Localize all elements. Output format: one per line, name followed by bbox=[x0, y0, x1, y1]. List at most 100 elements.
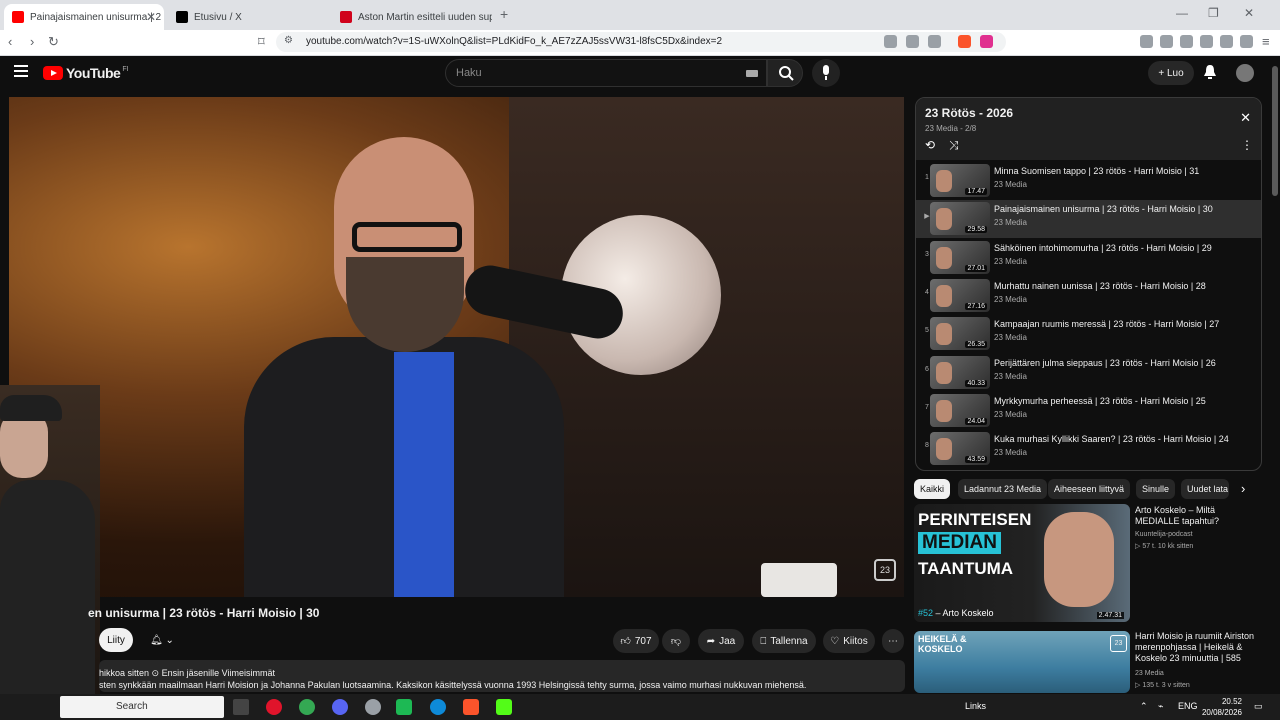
task-view-icon[interactable] bbox=[233, 699, 249, 715]
recommendation-title[interactable]: Harri Moisio ja ruumiit Airiston merenpo… bbox=[1135, 631, 1255, 664]
chip-for-you[interactable]: Sinulle bbox=[1136, 479, 1176, 499]
voice-search-button[interactable] bbox=[812, 59, 840, 87]
brave-shield-icon[interactable] bbox=[958, 35, 971, 48]
keyboard-icon[interactable] bbox=[746, 70, 758, 77]
channel-watermark[interactable]: 23 bbox=[874, 559, 896, 581]
scrollbar-thumb[interactable] bbox=[1272, 66, 1278, 196]
playlist-item[interactable]: 8 43.59 Kuka murhasi Kyllikki Saaren? | 23… bbox=[916, 430, 1261, 468]
download-icon[interactable] bbox=[1140, 35, 1153, 48]
close-window-icon[interactable]: ✕ bbox=[1244, 6, 1254, 20]
notifications-icon[interactable]: ▭ bbox=[1254, 701, 1263, 712]
brave-icon[interactable] bbox=[463, 699, 479, 715]
playlist-thumbnail[interactable]: 26.35 bbox=[930, 317, 990, 351]
search-input[interactable]: Haku bbox=[445, 59, 767, 87]
chip-related[interactable]: Aiheeseen liittyvä bbox=[1048, 479, 1131, 499]
translate-icon[interactable] bbox=[884, 35, 897, 48]
edge-icon[interactable] bbox=[430, 699, 446, 715]
forward-icon[interactable]: › bbox=[30, 34, 34, 49]
zoom-icon[interactable] bbox=[906, 35, 919, 48]
video-player[interactable]: 23 bbox=[9, 97, 904, 597]
tab-aston-martin[interactable]: Aston Martin esitteli uuden superaut bbox=[332, 4, 492, 30]
playlist-item[interactable]: 7 24.04 Myrkkymurha perheessä | 23 rötös -… bbox=[916, 392, 1261, 430]
links-toolbar[interactable]: Links bbox=[965, 701, 986, 711]
tab-close-icon[interactable]: ✕ bbox=[146, 10, 156, 24]
playlist-item[interactable]: ▶ 29.58 Painajaismainen unisurma | 23 rötö… bbox=[916, 200, 1261, 239]
site-info-icon[interactable]: ⚙ bbox=[284, 35, 293, 46]
app-icon[interactable] bbox=[365, 699, 381, 715]
maximize-icon[interactable]: ❐ bbox=[1208, 6, 1219, 20]
kick-icon[interactable] bbox=[496, 699, 512, 715]
bookmark-icon[interactable]: ⌑ bbox=[258, 34, 265, 50]
network-icon[interactable]: ⌁ bbox=[1158, 701, 1163, 712]
chip-new-uploads[interactable]: Uudet lata bbox=[1181, 479, 1229, 499]
tray-chevron-icon[interactable]: ⌃ bbox=[1140, 701, 1148, 712]
language-indicator[interactable]: ENG bbox=[1178, 701, 1198, 711]
playlist-item[interactable]: 5 26.35 Kampaajan ruumis meressä | 23 rötö… bbox=[916, 315, 1261, 353]
cast-icon[interactable] bbox=[928, 35, 941, 48]
brave-rewards-icon[interactable] bbox=[980, 35, 993, 48]
create-button[interactable]: + Luo bbox=[1148, 61, 1194, 85]
playlist-thumbnail[interactable]: 40.33 bbox=[930, 355, 990, 389]
chrome-icon[interactable] bbox=[299, 699, 315, 715]
playlist-title[interactable]: 23 Rötös - 2026 bbox=[925, 106, 1013, 120]
recommendation-thumbnail[interactable]: PERINTEISEN MEDIAN TAANTUMA #52 – Arto K… bbox=[914, 504, 1130, 622]
playlist-thumbnail[interactable]: 27.16 bbox=[930, 278, 990, 312]
vpn-icon[interactable] bbox=[1240, 35, 1253, 48]
playlist-item[interactable]: 3 27.01 Sähköinen intohimomurha | 23 rötös… bbox=[916, 239, 1261, 277]
taskbar-search[interactable]: Search bbox=[60, 696, 224, 718]
media-icon[interactable] bbox=[1160, 35, 1173, 48]
youtube-logo[interactable]: YouTube FI bbox=[43, 65, 129, 81]
subscribe-bell-button[interactable]: 🔔︎ ⌄ bbox=[140, 628, 184, 652]
recommendation-channel[interactable]: 23 Media bbox=[1135, 669, 1255, 679]
more-vert-icon[interactable]: ⋮ bbox=[1241, 138, 1253, 152]
opera-icon[interactable] bbox=[266, 699, 282, 715]
notifications-bell-icon[interactable] bbox=[1203, 64, 1217, 80]
minimize-icon[interactable]: — bbox=[1176, 6, 1188, 20]
playlist-thumbnail[interactable]: 27.01 bbox=[930, 240, 990, 274]
discord-icon[interactable] bbox=[332, 699, 348, 715]
back-icon[interactable]: ‹ bbox=[8, 34, 12, 49]
chip-uploaded-by-channel[interactable]: Ladannut 23 Media bbox=[958, 479, 1048, 499]
account-avatar[interactable] bbox=[1236, 64, 1254, 82]
video-duration: 29.58 bbox=[965, 226, 987, 234]
share-button[interactable]: ➦ Jaa bbox=[698, 629, 744, 653]
thumbnail-face bbox=[936, 284, 952, 307]
reload-icon[interactable]: ↻ bbox=[48, 34, 59, 50]
search-button[interactable] bbox=[767, 59, 803, 87]
dislike-button[interactable]: 👎︎ bbox=[662, 629, 690, 653]
bell-icon: 🔔︎ bbox=[150, 634, 163, 646]
more-actions-button[interactable]: ⋯ bbox=[882, 629, 904, 653]
browser-menu-icon[interactable]: ≡ bbox=[1262, 34, 1270, 49]
playlist-item[interactable]: 4 27.16 Murhattu nainen uunissa | 23 rötös… bbox=[916, 277, 1261, 315]
recommendation-channel[interactable]: Kuuntelija-podcast bbox=[1135, 530, 1255, 540]
loop-icon[interactable]: ⟲ bbox=[925, 138, 935, 152]
playlist-item[interactable]: 1 17.47 Minna Suomisen tappo | 23 rötös - … bbox=[916, 162, 1261, 200]
save-button[interactable]: ⎕ Tallenna bbox=[752, 629, 816, 653]
playlist-thumbnail[interactable]: 43.59 bbox=[930, 432, 990, 466]
playlist-thumbnail[interactable]: 29.58 bbox=[930, 202, 990, 236]
video-description[interactable]: hikkoa sitten ⊙ Ensin jäsenille Viimeisi… bbox=[99, 660, 905, 692]
page-scrollbar[interactable] bbox=[1270, 56, 1280, 694]
like-button[interactable]: 👍︎ 707 bbox=[613, 629, 659, 653]
new-tab-icon[interactable]: + bbox=[500, 6, 508, 22]
recommendation-thumbnail[interactable]: HEIKELÄ & KOSKELO 23 bbox=[914, 631, 1130, 693]
close-icon[interactable]: ✕ bbox=[1240, 110, 1251, 126]
recommendation-title[interactable]: Arto Koskelo – Miltä MEDIALLE tapahtui? bbox=[1135, 505, 1255, 527]
sidebar-icon[interactable] bbox=[1180, 35, 1193, 48]
chevron-right-icon[interactable]: › bbox=[1241, 481, 1245, 496]
join-button[interactable]: Liity bbox=[99, 628, 133, 652]
extensions-icon[interactable] bbox=[1220, 35, 1233, 48]
tab-youtube[interactable]: Painajaismainen unisurma | 2 ✕ bbox=[4, 4, 164, 30]
chip-all[interactable]: Kaikki bbox=[914, 479, 951, 499]
shuffle-icon[interactable]: ⤨ bbox=[949, 138, 959, 153]
playlist-thumbnail[interactable]: 17.47 bbox=[930, 164, 990, 197]
clock[interactable]: 20.52 20/08/2026 bbox=[1196, 696, 1242, 718]
playlist-item-title: Painajaismainen unisurma | 23 rötös - Ha… bbox=[994, 204, 1213, 215]
thanks-button[interactable]: ♡ Kiitos bbox=[823, 629, 875, 653]
active-app-icon[interactable] bbox=[396, 699, 412, 715]
tab-x[interactable]: Etusivu / X bbox=[168, 4, 328, 30]
menu-icon[interactable] bbox=[14, 65, 28, 80]
wallet-icon[interactable] bbox=[1200, 35, 1213, 48]
playlist-item[interactable]: 6 40.33 Perijättären julma sieppaus | 23 r… bbox=[916, 354, 1261, 392]
playlist-thumbnail[interactable]: 24.04 bbox=[930, 393, 990, 427]
